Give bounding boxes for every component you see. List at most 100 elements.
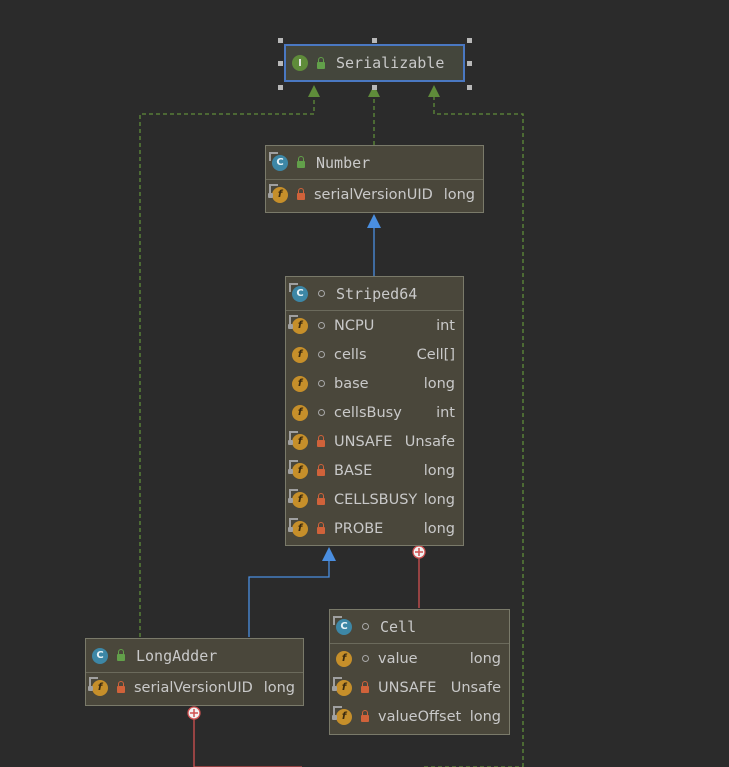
arrow-head-extends	[367, 214, 381, 228]
inner-marker	[412, 545, 426, 559]
class-icon: C	[333, 615, 352, 635]
package-private-icon	[358, 623, 372, 630]
field-row[interactable]: f UNSAFE Unsafe	[330, 673, 509, 702]
field-name: PROBE	[334, 520, 384, 537]
class-icon: C	[92, 647, 108, 664]
selection-handle[interactable]	[278, 38, 283, 43]
field-icon: f	[292, 404, 308, 421]
node-title: LongAdder	[136, 646, 218, 665]
node-serializable[interactable]: I Serializable	[284, 44, 465, 82]
inner-marker	[187, 706, 201, 720]
node-longadder[interactable]: C LongAdder f serialVersionUID long	[85, 638, 304, 706]
node-cell[interactable]: C Cell f value long f UNSAFE Unsafe f va…	[329, 609, 510, 735]
node-header: C Cell	[330, 610, 509, 644]
field-type: long	[469, 650, 501, 667]
private-lock-icon	[314, 522, 328, 534]
private-lock-icon	[114, 681, 128, 693]
field-row[interactable]: f cellsBusy int	[286, 398, 463, 427]
field-name: valueOffset	[378, 708, 462, 725]
selection-handle[interactable]	[278, 85, 283, 90]
field-row[interactable]: f serialVersionUID long	[266, 180, 483, 209]
field-name: BASE	[334, 462, 373, 479]
field-row[interactable]: f NCPU int	[286, 311, 463, 340]
interface-icon: I	[292, 55, 308, 71]
selection-handle[interactable]	[467, 61, 472, 66]
field-type: Unsafe	[404, 433, 455, 450]
field-name: UNSAFE	[378, 679, 437, 696]
field-type: long	[423, 520, 455, 537]
node-header: C Striped64	[286, 277, 463, 311]
arrow-head-implements	[428, 85, 440, 97]
package-private-icon	[358, 655, 372, 662]
field-type: long	[263, 679, 295, 696]
field-type: long	[423, 491, 455, 508]
selection-handle[interactable]	[467, 85, 472, 90]
selection-handle[interactable]	[372, 85, 377, 90]
field-row[interactable]: f value long	[330, 644, 509, 673]
field-row[interactable]: f CELLSBUSY long	[286, 485, 463, 514]
field-name: serialVersionUID	[134, 679, 253, 696]
field-name: base	[334, 375, 369, 392]
field-type: long	[443, 186, 475, 203]
package-private-icon	[314, 409, 328, 416]
field-icon: f	[288, 314, 308, 334]
field-icon: f	[288, 430, 308, 450]
public-lock-icon	[314, 56, 328, 69]
field-icon: f	[288, 488, 308, 508]
field-row[interactable]: f PROBE long	[286, 514, 463, 543]
private-lock-icon	[294, 188, 308, 200]
field-row[interactable]: f base long	[286, 369, 463, 398]
package-private-icon	[314, 322, 328, 329]
field-icon: f	[88, 676, 108, 696]
field-name: cells	[334, 346, 367, 363]
field-type: int	[436, 317, 455, 334]
field-row[interactable]: f cells Cell[]	[286, 340, 463, 369]
field-name: NCPU	[334, 317, 375, 334]
field-row[interactable]: f valueOffset long	[330, 702, 509, 731]
node-number[interactable]: C Number f serialVersionUID long	[265, 145, 484, 213]
node-title: Cell	[380, 617, 417, 636]
class-icon: C	[269, 151, 288, 171]
field-name: UNSAFE	[334, 433, 393, 450]
field-row[interactable]: f UNSAFE Unsafe	[286, 427, 463, 456]
package-private-icon	[314, 351, 328, 358]
package-private-icon	[314, 290, 328, 297]
selection-handle[interactable]	[467, 38, 472, 43]
field-icon: f	[288, 459, 308, 479]
field-type: Cell[]	[416, 346, 455, 363]
node-header: I Serializable	[286, 46, 463, 80]
private-lock-icon	[358, 710, 372, 722]
abstract-class-icon: C	[289, 282, 308, 302]
field-type: int	[436, 404, 455, 421]
edge-longadder-extends-striped64	[248, 560, 330, 637]
field-name: CELLSBUSY	[334, 491, 418, 508]
arrow-head-implements	[308, 85, 320, 97]
edge-longadder-inner	[193, 719, 302, 767]
field-row[interactable]: f BASE long	[286, 456, 463, 485]
field-icon: f	[268, 183, 288, 203]
field-icon: f	[336, 650, 352, 667]
node-striped64[interactable]: C Striped64 f NCPU int f cells Cell[] f …	[285, 276, 464, 546]
package-private-icon	[314, 380, 328, 387]
node-header: C Number	[266, 146, 483, 180]
private-lock-icon	[358, 681, 372, 693]
field-icon: f	[332, 705, 352, 725]
field-row[interactable]: f serialVersionUID long	[86, 673, 303, 702]
private-lock-icon	[314, 464, 328, 476]
field-type: long	[469, 708, 501, 725]
field-name: value	[378, 650, 418, 667]
node-title: Serializable	[336, 54, 445, 72]
field-name: serialVersionUID	[314, 186, 433, 203]
arrow-head-extends	[322, 547, 336, 561]
private-lock-icon	[314, 435, 328, 447]
node-title: Number	[316, 153, 371, 172]
public-lock-icon	[294, 156, 308, 168]
field-icon: f	[332, 676, 352, 696]
field-type: long	[423, 462, 455, 479]
selection-handle[interactable]	[278, 61, 283, 66]
field-type: Unsafe	[450, 679, 501, 696]
selection-handle[interactable]	[372, 38, 377, 43]
node-header: C LongAdder	[86, 639, 303, 673]
field-icon: f	[292, 346, 308, 363]
field-icon: f	[292, 375, 308, 392]
